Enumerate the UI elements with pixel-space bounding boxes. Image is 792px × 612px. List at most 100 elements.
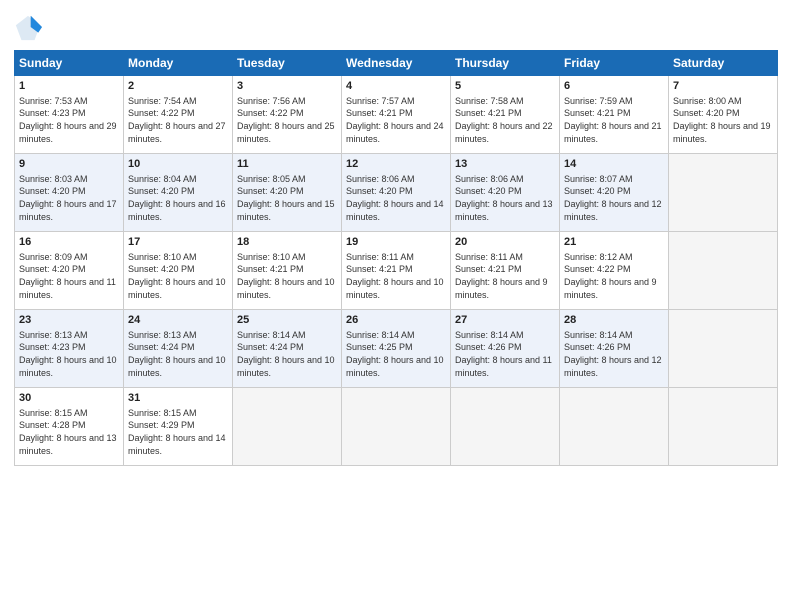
calendar-cell: 28 Sunrise: 8:14 AMSunset: 4:26 PMDaylig…	[560, 310, 669, 388]
day-number: 16	[19, 235, 119, 250]
cell-content: Sunrise: 8:06 AMSunset: 4:20 PMDaylight:…	[455, 174, 553, 222]
calendar-cell: 20 Sunrise: 8:11 AMSunset: 4:21 PMDaylig…	[451, 232, 560, 310]
day-number: 11	[237, 157, 337, 172]
calendar-cell	[233, 388, 342, 466]
cell-content: Sunrise: 8:11 AMSunset: 4:21 PMDaylight:…	[455, 252, 548, 300]
cell-content: Sunrise: 7:57 AMSunset: 4:21 PMDaylight:…	[346, 96, 444, 144]
calendar-cell: 18 Sunrise: 8:10 AMSunset: 4:21 PMDaylig…	[233, 232, 342, 310]
calendar-cell: 17 Sunrise: 8:10 AMSunset: 4:20 PMDaylig…	[124, 232, 233, 310]
calendar-cell: 10 Sunrise: 8:04 AMSunset: 4:20 PMDaylig…	[124, 154, 233, 232]
calendar-cell: 5 Sunrise: 7:58 AMSunset: 4:21 PMDayligh…	[451, 76, 560, 154]
calendar-cell: 27 Sunrise: 8:14 AMSunset: 4:26 PMDaylig…	[451, 310, 560, 388]
cell-content: Sunrise: 7:59 AMSunset: 4:21 PMDaylight:…	[564, 96, 662, 144]
day-number: 31	[128, 391, 228, 406]
weekday-header-tuesday: Tuesday	[233, 51, 342, 76]
calendar-cell: 9 Sunrise: 8:03 AMSunset: 4:20 PMDayligh…	[15, 154, 124, 232]
day-number: 26	[346, 313, 446, 328]
calendar-cell	[669, 232, 778, 310]
day-number: 17	[128, 235, 228, 250]
day-number: 12	[346, 157, 446, 172]
calendar-cell: 12 Sunrise: 8:06 AMSunset: 4:20 PMDaylig…	[342, 154, 451, 232]
calendar-cell: 7 Sunrise: 8:00 AMSunset: 4:20 PMDayligh…	[669, 76, 778, 154]
calendar-cell: 25 Sunrise: 8:14 AMSunset: 4:24 PMDaylig…	[233, 310, 342, 388]
day-number: 24	[128, 313, 228, 328]
calendar-cell: 21 Sunrise: 8:12 AMSunset: 4:22 PMDaylig…	[560, 232, 669, 310]
calendar-cell: 1 Sunrise: 7:53 AMSunset: 4:23 PMDayligh…	[15, 76, 124, 154]
cell-content: Sunrise: 7:53 AMSunset: 4:23 PMDaylight:…	[19, 96, 117, 144]
cell-content: Sunrise: 8:07 AMSunset: 4:20 PMDaylight:…	[564, 174, 662, 222]
cell-content: Sunrise: 8:10 AMSunset: 4:20 PMDaylight:…	[128, 252, 226, 300]
day-number: 13	[455, 157, 555, 172]
weekday-header-friday: Friday	[560, 51, 669, 76]
cell-content: Sunrise: 8:14 AMSunset: 4:25 PMDaylight:…	[346, 330, 444, 378]
week-row-1: 1 Sunrise: 7:53 AMSunset: 4:23 PMDayligh…	[15, 76, 778, 154]
day-number: 21	[564, 235, 664, 250]
day-number: 28	[564, 313, 664, 328]
day-number: 9	[19, 157, 119, 172]
calendar-cell: 23 Sunrise: 8:13 AMSunset: 4:23 PMDaylig…	[15, 310, 124, 388]
page-container: SundayMondayTuesdayWednesdayThursdayFrid…	[0, 0, 792, 476]
cell-content: Sunrise: 8:14 AMSunset: 4:26 PMDaylight:…	[564, 330, 662, 378]
calendar-cell	[669, 154, 778, 232]
day-number: 20	[455, 235, 555, 250]
logo-icon	[14, 14, 42, 42]
cell-content: Sunrise: 8:03 AMSunset: 4:20 PMDaylight:…	[19, 174, 117, 222]
weekday-header-thursday: Thursday	[451, 51, 560, 76]
cell-content: Sunrise: 8:13 AMSunset: 4:23 PMDaylight:…	[19, 330, 117, 378]
day-number: 30	[19, 391, 119, 406]
calendar-cell: 16 Sunrise: 8:09 AMSunset: 4:20 PMDaylig…	[15, 232, 124, 310]
cell-content: Sunrise: 7:54 AMSunset: 4:22 PMDaylight:…	[128, 96, 226, 144]
day-number: 2	[128, 79, 228, 94]
calendar-cell: 3 Sunrise: 7:56 AMSunset: 4:22 PMDayligh…	[233, 76, 342, 154]
week-row-4: 23 Sunrise: 8:13 AMSunset: 4:23 PMDaylig…	[15, 310, 778, 388]
cell-content: Sunrise: 8:12 AMSunset: 4:22 PMDaylight:…	[564, 252, 657, 300]
cell-content: Sunrise: 8:00 AMSunset: 4:20 PMDaylight:…	[673, 96, 771, 144]
calendar-cell: 13 Sunrise: 8:06 AMSunset: 4:20 PMDaylig…	[451, 154, 560, 232]
cell-content: Sunrise: 8:15 AMSunset: 4:29 PMDaylight:…	[128, 408, 226, 456]
calendar-cell	[669, 388, 778, 466]
weekday-header-sunday: Sunday	[15, 51, 124, 76]
week-row-5: 30 Sunrise: 8:15 AMSunset: 4:28 PMDaylig…	[15, 388, 778, 466]
cell-content: Sunrise: 8:06 AMSunset: 4:20 PMDaylight:…	[346, 174, 444, 222]
day-number: 10	[128, 157, 228, 172]
cell-content: Sunrise: 8:14 AMSunset: 4:26 PMDaylight:…	[455, 330, 552, 378]
day-number: 4	[346, 79, 446, 94]
calendar-cell: 4 Sunrise: 7:57 AMSunset: 4:21 PMDayligh…	[342, 76, 451, 154]
calendar-cell: 30 Sunrise: 8:15 AMSunset: 4:28 PMDaylig…	[15, 388, 124, 466]
calendar-cell: 24 Sunrise: 8:13 AMSunset: 4:24 PMDaylig…	[124, 310, 233, 388]
day-number: 19	[346, 235, 446, 250]
weekday-header-wednesday: Wednesday	[342, 51, 451, 76]
day-number: 6	[564, 79, 664, 94]
day-number: 27	[455, 313, 555, 328]
calendar-cell: 6 Sunrise: 7:59 AMSunset: 4:21 PMDayligh…	[560, 76, 669, 154]
weekday-header-row: SundayMondayTuesdayWednesdayThursdayFrid…	[15, 51, 778, 76]
calendar-cell: 14 Sunrise: 8:07 AMSunset: 4:20 PMDaylig…	[560, 154, 669, 232]
cell-content: Sunrise: 8:10 AMSunset: 4:21 PMDaylight:…	[237, 252, 335, 300]
calendar-cell: 2 Sunrise: 7:54 AMSunset: 4:22 PMDayligh…	[124, 76, 233, 154]
calendar-cell	[342, 388, 451, 466]
cell-content: Sunrise: 8:11 AMSunset: 4:21 PMDaylight:…	[346, 252, 444, 300]
calendar-table: SundayMondayTuesdayWednesdayThursdayFrid…	[14, 50, 778, 466]
cell-content: Sunrise: 8:05 AMSunset: 4:20 PMDaylight:…	[237, 174, 335, 222]
week-row-2: 9 Sunrise: 8:03 AMSunset: 4:20 PMDayligh…	[15, 154, 778, 232]
calendar-cell: 11 Sunrise: 8:05 AMSunset: 4:20 PMDaylig…	[233, 154, 342, 232]
day-number: 5	[455, 79, 555, 94]
cell-content: Sunrise: 8:04 AMSunset: 4:20 PMDaylight:…	[128, 174, 226, 222]
calendar-cell: 31 Sunrise: 8:15 AMSunset: 4:29 PMDaylig…	[124, 388, 233, 466]
cell-content: Sunrise: 8:09 AMSunset: 4:20 PMDaylight:…	[19, 252, 116, 300]
day-number: 18	[237, 235, 337, 250]
calendar-cell	[451, 388, 560, 466]
cell-content: Sunrise: 8:14 AMSunset: 4:24 PMDaylight:…	[237, 330, 335, 378]
day-number: 7	[673, 79, 773, 94]
calendar-cell	[560, 388, 669, 466]
logo	[14, 14, 44, 42]
day-number: 14	[564, 157, 664, 172]
week-row-3: 16 Sunrise: 8:09 AMSunset: 4:20 PMDaylig…	[15, 232, 778, 310]
cell-content: Sunrise: 8:15 AMSunset: 4:28 PMDaylight:…	[19, 408, 117, 456]
calendar-cell: 19 Sunrise: 8:11 AMSunset: 4:21 PMDaylig…	[342, 232, 451, 310]
cell-content: Sunrise: 7:56 AMSunset: 4:22 PMDaylight:…	[237, 96, 335, 144]
header	[14, 10, 778, 42]
cell-content: Sunrise: 8:13 AMSunset: 4:24 PMDaylight:…	[128, 330, 226, 378]
weekday-header-monday: Monday	[124, 51, 233, 76]
calendar-cell: 26 Sunrise: 8:14 AMSunset: 4:25 PMDaylig…	[342, 310, 451, 388]
